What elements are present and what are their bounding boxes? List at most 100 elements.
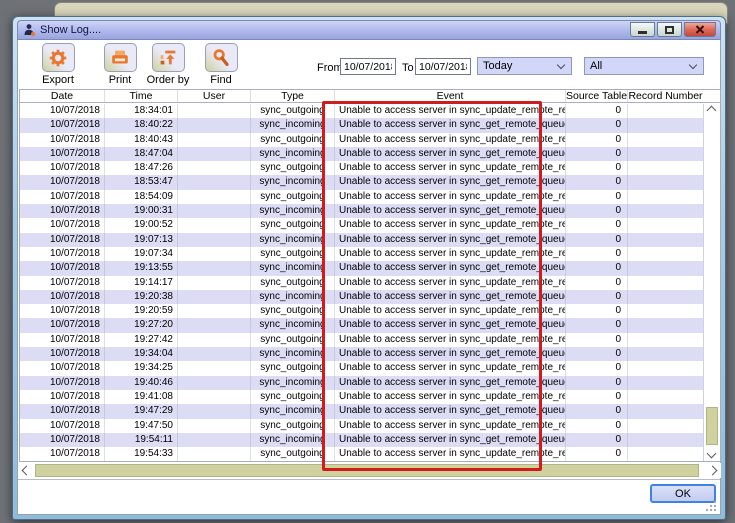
cell-source-table: 0 <box>566 133 628 147</box>
table-row[interactable]: 10/07/2018 19:00:31 sync_incoming Unable… <box>20 204 703 218</box>
cell-record-number <box>628 404 703 418</box>
table-row[interactable]: 10/07/2018 19:40:46 sync_incoming Unable… <box>20 376 703 390</box>
cell-source-table: 0 <box>566 147 628 161</box>
cell-user <box>178 147 251 161</box>
cell-source-table: 0 <box>566 433 628 447</box>
cell-record-number <box>628 175 703 189</box>
export-button[interactable]: Export <box>28 43 88 86</box>
cell-source-table: 0 <box>566 247 628 261</box>
vertical-scrollbar[interactable] <box>703 104 720 461</box>
cell-source-table: 0 <box>566 404 628 418</box>
scroll-left-icon[interactable] <box>22 466 32 476</box>
cell-source-table: 0 <box>566 233 628 247</box>
column-header-time[interactable]: Time <box>105 90 178 102</box>
table-row[interactable]: 10/07/2018 18:40:43 sync_outgoing Unable… <box>20 133 703 147</box>
column-header-user[interactable]: User <box>178 90 251 102</box>
cell-event: Unable to access server in sync_update_r… <box>335 304 566 318</box>
cell-date: 10/07/2018 <box>20 304 105 318</box>
cell-record-number <box>628 433 703 447</box>
column-header-source-table[interactable]: Source Table <box>566 90 628 102</box>
cell-user <box>178 433 251 447</box>
column-header-record-number[interactable]: Record Number <box>628 90 703 102</box>
column-header-event[interactable]: Event <box>335 90 566 102</box>
table-rows: 10/07/2018 18:34:01 sync_outgoing Unable… <box>20 104 703 461</box>
cell-time: 19:47:50 <box>105 419 178 433</box>
cell-date: 10/07/2018 <box>20 361 105 375</box>
cell-date: 10/07/2018 <box>20 447 105 461</box>
find-button[interactable]: Find <box>191 43 251 86</box>
column-header-date[interactable]: Date <box>20 90 105 102</box>
table-row[interactable]: 10/07/2018 19:47:29 sync_incoming Unable… <box>20 404 703 418</box>
table-row[interactable]: 10/07/2018 18:34:01 sync_outgoing Unable… <box>20 104 703 118</box>
period-dropdown[interactable]: Today <box>477 57 572 75</box>
order-by-button[interactable]: Order by <box>138 43 198 86</box>
cell-type: sync_outgoing <box>251 247 335 261</box>
cell-user <box>178 118 251 132</box>
titlebar[interactable]: Show Log.... <box>17 20 721 40</box>
cell-type: sync_outgoing <box>251 190 335 204</box>
table-row[interactable]: 10/07/2018 19:00:52 sync_outgoing Unable… <box>20 218 703 232</box>
table-row[interactable]: 10/07/2018 19:27:20 sync_incoming Unable… <box>20 318 703 332</box>
cell-type: sync_outgoing <box>251 161 335 175</box>
cell-date: 10/07/2018 <box>20 419 105 433</box>
cell-date: 10/07/2018 <box>20 347 105 361</box>
cell-source-table: 0 <box>566 390 628 404</box>
minimize-button[interactable] <box>630 22 655 37</box>
cell-event: Unable to access server in sync_get_remo… <box>335 175 566 189</box>
column-header-type[interactable]: Type <box>251 90 335 102</box>
cell-record-number <box>628 419 703 433</box>
vertical-scrollbar-thumb[interactable] <box>706 407 718 445</box>
table-header: Date Time User Type Event Source Table R… <box>20 90 720 103</box>
cell-type: sync_incoming <box>251 261 335 275</box>
resize-grip-icon[interactable] <box>705 500 717 512</box>
table-row[interactable]: 10/07/2018 19:47:50 sync_outgoing Unable… <box>20 419 703 433</box>
table-row[interactable]: 10/07/2018 19:41:08 sync_outgoing Unable… <box>20 390 703 404</box>
scroll-up-icon[interactable] <box>707 106 717 116</box>
table-row[interactable]: 10/07/2018 18:47:04 sync_incoming Unable… <box>20 147 703 161</box>
table-row[interactable]: 10/07/2018 18:54:09 sync_outgoing Unable… <box>20 190 703 204</box>
cell-user <box>178 318 251 332</box>
table-row[interactable]: 10/07/2018 18:40:22 sync_incoming Unable… <box>20 118 703 132</box>
table-row[interactable]: 10/07/2018 19:14:17 sync_outgoing Unable… <box>20 276 703 290</box>
table-row[interactable]: 10/07/2018 18:47:26 sync_outgoing Unable… <box>20 161 703 175</box>
cell-date: 10/07/2018 <box>20 104 105 118</box>
table-row[interactable]: 10/07/2018 19:07:34 sync_outgoing Unable… <box>20 247 703 261</box>
maximize-button[interactable] <box>657 22 682 37</box>
cell-type: sync_outgoing <box>251 390 335 404</box>
scroll-down-icon[interactable] <box>707 449 717 459</box>
cell-time: 19:54:11 <box>105 433 178 447</box>
cell-type: sync_incoming <box>251 318 335 332</box>
to-date-input[interactable] <box>415 58 471 75</box>
scroll-right-icon[interactable] <box>708 466 718 476</box>
table-row[interactable]: 10/07/2018 19:07:13 sync_incoming Unable… <box>20 233 703 247</box>
cell-event: Unable to access server in sync_get_remo… <box>335 261 566 275</box>
table-row[interactable]: 10/07/2018 18:53:47 sync_incoming Unable… <box>20 175 703 189</box>
table-row[interactable]: 10/07/2018 19:34:25 sync_outgoing Unable… <box>20 361 703 375</box>
printer-icon <box>104 43 137 72</box>
cell-record-number <box>628 147 703 161</box>
table-row[interactable]: 10/07/2018 19:20:59 sync_outgoing Unable… <box>20 304 703 318</box>
table-row[interactable]: 10/07/2018 19:27:42 sync_outgoing Unable… <box>20 333 703 347</box>
cell-time: 18:47:04 <box>105 147 178 161</box>
table-row[interactable]: 10/07/2018 19:20:38 sync_incoming Unable… <box>20 290 703 304</box>
table-row[interactable]: 10/07/2018 19:54:33 sync_outgoing Unable… <box>20 447 703 461</box>
window-title: Show Log.... <box>40 24 101 36</box>
category-dropdown[interactable]: All <box>584 57 704 75</box>
cell-type: sync_incoming <box>251 175 335 189</box>
cell-user <box>178 390 251 404</box>
cell-user <box>178 347 251 361</box>
table-row[interactable]: 10/07/2018 19:34:04 sync_incoming Unable… <box>20 347 703 361</box>
close-button[interactable] <box>684 22 716 37</box>
table-row[interactable]: 10/07/2018 19:54:11 sync_incoming Unable… <box>20 433 703 447</box>
from-date-input[interactable] <box>340 58 396 75</box>
cell-record-number <box>628 276 703 290</box>
horizontal-scrollbar[interactable] <box>19 463 721 478</box>
app-log-icon <box>22 23 36 37</box>
table-row[interactable]: 10/07/2018 19:13:55 sync_incoming Unable… <box>20 261 703 275</box>
cell-record-number <box>628 218 703 232</box>
cell-event: Unable to access server in sync_get_remo… <box>335 347 566 361</box>
cell-time: 18:47:26 <box>105 161 178 175</box>
cell-record-number <box>628 133 703 147</box>
horizontal-scrollbar-thumb[interactable] <box>35 464 699 477</box>
cell-type: sync_outgoing <box>251 218 335 232</box>
